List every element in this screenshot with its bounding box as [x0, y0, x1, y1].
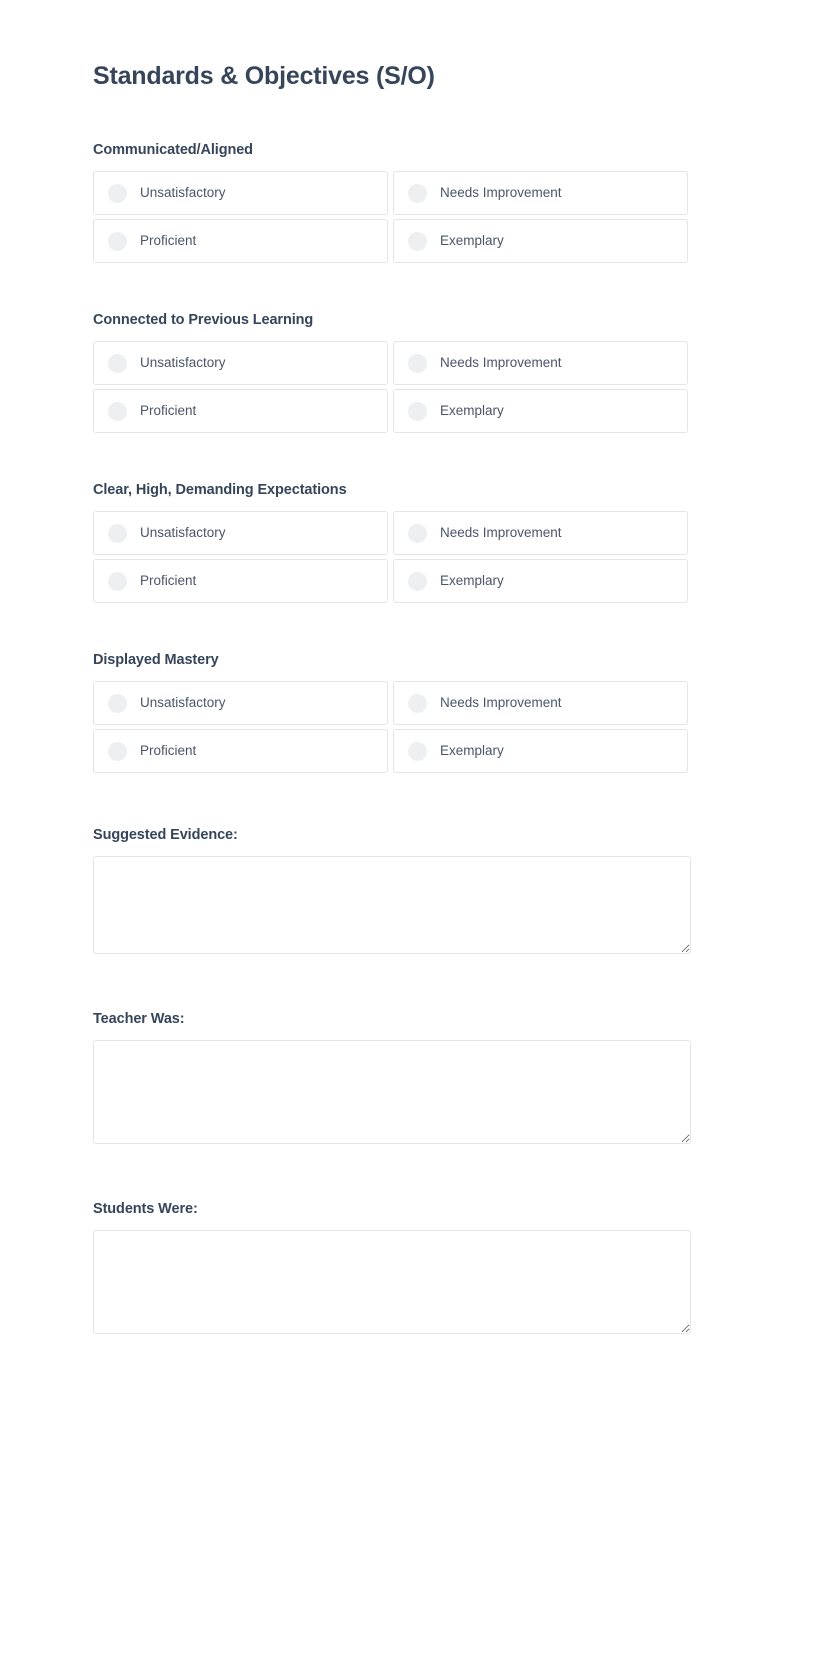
- radio-row: Unsatisfactory Needs Improvement: [93, 681, 688, 725]
- radio-circle-icon[interactable]: [408, 401, 427, 421]
- textarea-label: Students Were:: [93, 1201, 198, 1217]
- radio-option-needs-improvement[interactable]: Needs Improvement: [393, 681, 688, 725]
- radio-circle-icon[interactable]: [408, 741, 427, 761]
- radio-option-label: Unsatisfactory: [140, 525, 226, 540]
- radio-circle-icon[interactable]: [408, 231, 427, 251]
- criteria-label: Connected to Previous Learning: [93, 312, 314, 328]
- radio-row: Unsatisfactory Needs Improvement: [93, 341, 688, 385]
- radio-circle-icon[interactable]: [108, 741, 127, 761]
- textarea-block-students-were: Students Were:: [93, 1199, 738, 1339]
- radio-option-proficient[interactable]: Proficient: [93, 559, 388, 603]
- radio-option-needs-improvement[interactable]: Needs Improvement: [393, 341, 688, 385]
- radio-circle-icon[interactable]: [108, 693, 127, 713]
- radio-option-label: Needs Improvement: [440, 185, 562, 200]
- radio-group: Unsatisfactory Needs Improvement Profici…: [93, 681, 688, 773]
- radio-option-label: Needs Improvement: [440, 695, 562, 710]
- radio-group: Unsatisfactory Needs Improvement Profici…: [93, 171, 688, 263]
- radio-circle-icon[interactable]: [108, 353, 127, 373]
- form-page: Standards & Objectives (S/O) Communicate…: [0, 0, 840, 1680]
- radio-option-label: Unsatisfactory: [140, 695, 226, 710]
- criteria-block-clear-high-demanding-expectations: Clear, High, Demanding Expectations Unsa…: [93, 480, 738, 603]
- radio-group: Unsatisfactory Needs Improvement Profici…: [93, 341, 688, 433]
- radio-circle-icon[interactable]: [408, 571, 427, 591]
- textarea-block-suggested-evidence: Suggested Evidence:: [93, 825, 738, 959]
- criteria-block-displayed-mastery: Displayed Mastery Unsatisfactory Needs I…: [93, 650, 738, 773]
- textarea-label: Teacher Was:: [93, 1011, 185, 1027]
- form-content: Standards & Objectives (S/O) Communicate…: [93, 0, 738, 1339]
- radio-option-proficient[interactable]: Proficient: [93, 389, 388, 433]
- radio-option-label: Exemplary: [440, 573, 504, 588]
- radio-row: Unsatisfactory Needs Improvement: [93, 171, 688, 215]
- radio-option-label: Needs Improvement: [440, 355, 562, 370]
- suggested-evidence-input[interactable]: [93, 856, 691, 954]
- radio-option-exemplary[interactable]: Exemplary: [393, 559, 688, 603]
- radio-circle-icon[interactable]: [108, 183, 127, 203]
- criteria-block-connected-to-previous-learning: Connected to Previous Learning Unsatisfa…: [93, 310, 738, 433]
- radio-option-label: Proficient: [140, 403, 197, 418]
- radio-option-label: Exemplary: [440, 403, 504, 418]
- radio-option-label: Proficient: [140, 233, 197, 248]
- radio-option-label: Unsatisfactory: [140, 355, 226, 370]
- radio-circle-icon[interactable]: [108, 523, 127, 543]
- textarea-block-teacher-was: Teacher Was:: [93, 1009, 738, 1149]
- radio-option-needs-improvement[interactable]: Needs Improvement: [393, 171, 688, 215]
- students-were-input[interactable]: [93, 1230, 691, 1334]
- radio-row: Proficient Exemplary: [93, 559, 688, 603]
- radio-circle-icon[interactable]: [108, 571, 127, 591]
- criteria-label: Communicated/Aligned: [93, 142, 253, 158]
- radio-option-label: Proficient: [140, 573, 197, 588]
- radio-option-exemplary[interactable]: Exemplary: [393, 219, 688, 263]
- radio-circle-icon[interactable]: [408, 523, 427, 543]
- radio-circle-icon[interactable]: [408, 693, 427, 713]
- criteria-block-communicated-aligned: Communicated/Aligned Unsatisfactory Need…: [93, 140, 738, 263]
- radio-circle-icon[interactable]: [108, 231, 127, 251]
- radio-circle-icon[interactable]: [108, 401, 127, 421]
- criteria-label: Clear, High, Demanding Expectations: [93, 482, 347, 498]
- teacher-was-input[interactable]: [93, 1040, 691, 1144]
- radio-option-label: Needs Improvement: [440, 525, 562, 540]
- radio-option-unsatisfactory[interactable]: Unsatisfactory: [93, 511, 388, 555]
- radio-circle-icon[interactable]: [408, 183, 427, 203]
- radio-option-unsatisfactory[interactable]: Unsatisfactory: [93, 171, 388, 215]
- criteria-label: Displayed Mastery: [93, 652, 219, 668]
- radio-option-unsatisfactory[interactable]: Unsatisfactory: [93, 681, 388, 725]
- radio-option-label: Proficient: [140, 743, 197, 758]
- textarea-label: Suggested Evidence:: [93, 827, 238, 843]
- radio-option-label: Unsatisfactory: [140, 185, 226, 200]
- radio-row: Proficient Exemplary: [93, 389, 688, 433]
- radio-option-label: Exemplary: [440, 743, 504, 758]
- radio-row: Proficient Exemplary: [93, 219, 688, 263]
- radio-row: Proficient Exemplary: [93, 729, 688, 773]
- radio-option-proficient[interactable]: Proficient: [93, 219, 388, 263]
- radio-option-needs-improvement[interactable]: Needs Improvement: [393, 511, 688, 555]
- radio-option-unsatisfactory[interactable]: Unsatisfactory: [93, 341, 388, 385]
- radio-row: Unsatisfactory Needs Improvement: [93, 511, 688, 555]
- radio-option-label: Exemplary: [440, 233, 504, 248]
- radio-option-exemplary[interactable]: Exemplary: [393, 729, 688, 773]
- page-title: Standards & Objectives (S/O): [93, 62, 435, 90]
- radio-option-proficient[interactable]: Proficient: [93, 729, 388, 773]
- radio-option-exemplary[interactable]: Exemplary: [393, 389, 688, 433]
- radio-group: Unsatisfactory Needs Improvement Profici…: [93, 511, 688, 603]
- radio-circle-icon[interactable]: [408, 353, 427, 373]
